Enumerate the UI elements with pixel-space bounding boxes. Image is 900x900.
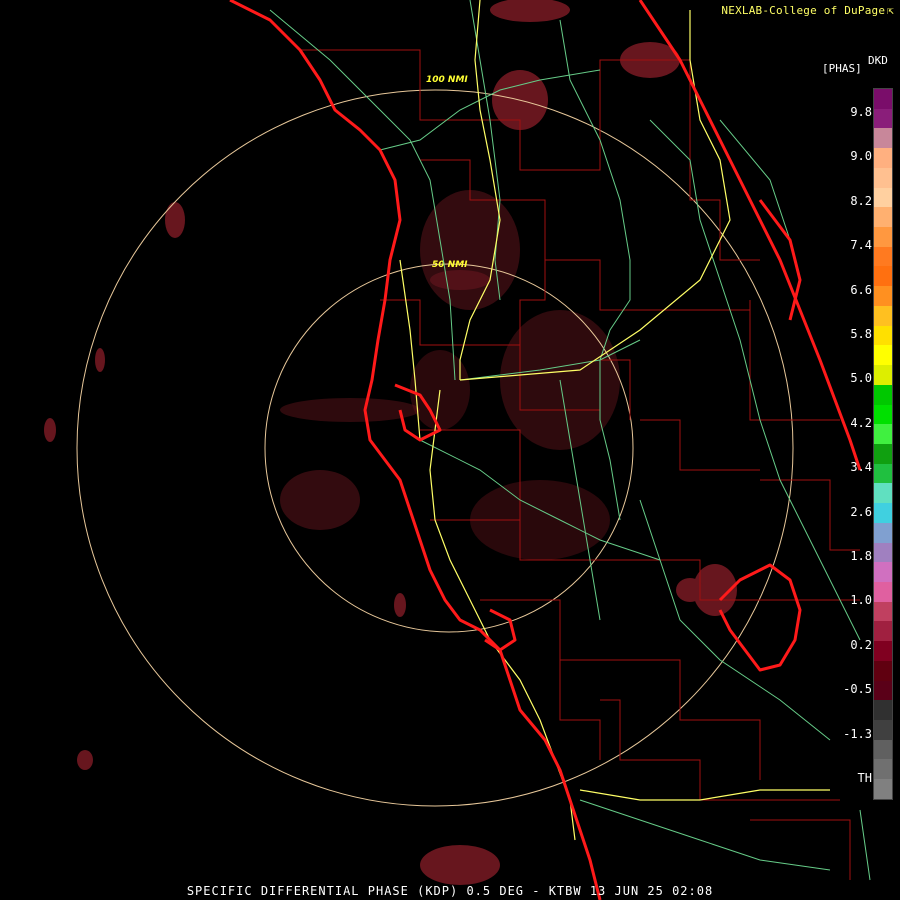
color-scale-segment [874, 739, 892, 760]
color-scale-segment [874, 246, 892, 267]
product-title: SPECIFIC DIFFERENTIAL PHASE (KDP) 0.5 DE… [186, 884, 714, 898]
color-scale-segment [874, 305, 892, 326]
color-scale-segment [874, 227, 892, 247]
color-scale-segment [874, 345, 892, 366]
color-scale-tick-label: 3.4 [850, 460, 872, 475]
color-scale-segment [874, 89, 892, 109]
color-scale-tick-label: 8.2 [850, 193, 872, 208]
color-scale-bar [873, 88, 893, 800]
color-scale-segment [874, 404, 892, 425]
color-scale-segment [874, 108, 892, 129]
color-scale-segment [874, 700, 892, 720]
color-scale-segment [874, 384, 892, 405]
color-scale-segment [874, 207, 892, 228]
color-scale-tick-label: 4.2 [850, 415, 872, 430]
color-scale-segment [874, 581, 892, 602]
color-scale-segment [874, 621, 892, 642]
color-scale-segment [874, 542, 892, 563]
color-scale-tick-label: 7.4 [850, 238, 872, 253]
legend-units-label: [PHAS] [822, 62, 862, 75]
color-scale-segment [874, 562, 892, 582]
color-scale-tick-label: 5.8 [850, 327, 872, 341]
coastline [229, 0, 862, 900]
color-scale-segment [874, 779, 892, 799]
color-scale-tick-label: 1.8 [850, 549, 872, 563]
range-label-50nmi: 50 NMI [432, 260, 468, 270]
color-scale-segment [874, 266, 892, 287]
color-scale-tick-label: -1.3 [843, 726, 872, 741]
color-scale-segment [874, 463, 892, 484]
credit-label: NEXLAB-College of DuPage ⇱ [721, 4, 894, 17]
range-label-100nmi: 100 NMI [426, 75, 468, 85]
legend-product-label: DKD [868, 54, 888, 67]
color-scale-tick-label: 9.8 [850, 105, 872, 119]
color-scale-segment [874, 759, 892, 780]
color-scale-segment [874, 286, 892, 306]
color-scale-tick-label: 1.0 [850, 593, 872, 608]
color-scale-segment [874, 365, 892, 385]
color-scale-segment [874, 641, 892, 661]
color-scale-segment [874, 660, 892, 681]
cursor-arrow-icon: ⇱ [887, 4, 894, 17]
color-scale-tick-label: -0.5 [843, 682, 872, 697]
color-scale-tick-label: 0.2 [850, 637, 872, 652]
color-scale-segment [874, 680, 892, 701]
color-scale-segment [874, 128, 892, 149]
county-boundaries [300, 49, 860, 880]
color-scale-segment [874, 148, 892, 168]
color-scale-segment [874, 424, 892, 444]
color-scale-segment [874, 522, 892, 543]
credit-text: NEXLAB-College of DuPage [721, 4, 886, 17]
color-scale-tick-label: 9.0 [850, 149, 872, 164]
color-scale-segment [874, 483, 892, 504]
color-scale-tick-label: 2.6 [850, 504, 872, 519]
radar-map: 100 NMI 50 NMI [44, 0, 871, 900]
color-scale-segment [874, 503, 892, 523]
color-scale-segment [874, 325, 892, 346]
color-scale-segment [874, 167, 892, 188]
color-scale-tick-label: 6.6 [850, 282, 872, 297]
color-scale-segment [874, 720, 892, 740]
color-scale-segment [874, 443, 892, 464]
color-scale-segment [874, 187, 892, 208]
color-scale-tick-label: 5.0 [850, 371, 872, 386]
color-scale-tick-label: TH [857, 771, 872, 785]
color-scale-segment [874, 601, 892, 622]
